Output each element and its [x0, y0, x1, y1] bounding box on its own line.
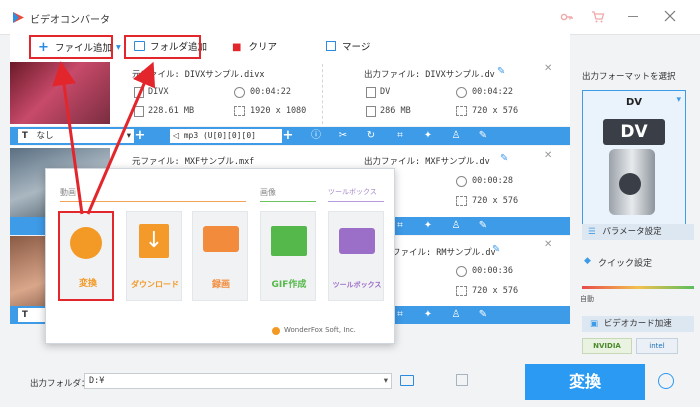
app-window: ビデオコンバータ + ファイル追加 ▾ フォルダ追加 ■ クリア マージ 元ファ… [0, 0, 700, 407]
annotation-arrows [52, 61, 156, 215]
arrow-to-add-file [52, 61, 84, 215]
arrow-to-add-folder [86, 61, 156, 215]
